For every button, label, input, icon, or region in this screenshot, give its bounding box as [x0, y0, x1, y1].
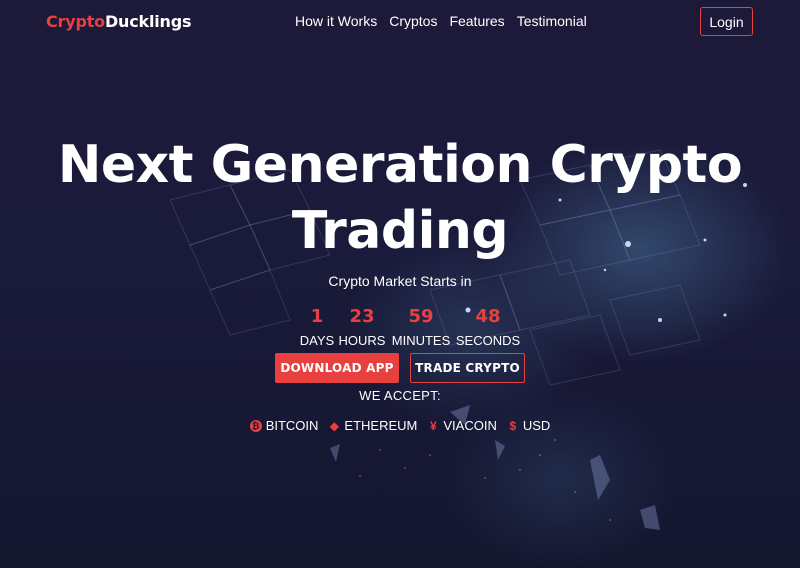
countdown-seconds-value: 48	[475, 306, 501, 327]
hero-headline: Next Generation Crypto Trading	[0, 132, 800, 264]
dollar-icon: $	[509, 418, 517, 433]
headline-line-2: Trading	[291, 201, 509, 261]
download-app-button[interactable]: DOWNLOAD APP	[275, 353, 399, 383]
hero-actions: DOWNLOAD APP TRADE CRYPTO	[0, 353, 800, 383]
countdown-hours-label: HOURS	[338, 333, 386, 348]
hero-subtitle: Crypto Market Starts in	[328, 273, 472, 289]
countdown-days-label: DAYS	[299, 333, 335, 348]
countdown-minutes-value: 59	[408, 306, 434, 327]
coin-usd-label: USD	[522, 418, 551, 433]
logo-rest-text: Ducklings	[104, 12, 192, 31]
headline-line-1: Next Generation Crypto	[57, 135, 743, 195]
countdown-hours-value: 23	[349, 306, 375, 327]
we-accept-label: WE ACCEPT:	[359, 388, 441, 403]
nav-link-how-it-works[interactable]: How it Works	[295, 13, 377, 29]
countdown-minutes-label: MINUTES	[391, 333, 451, 348]
logo-accent-text: Crypto	[46, 12, 105, 31]
accepted-coins-list: ₿ BITCOIN ◆ ETHEREUM ¥ VIACOIN $ USD	[0, 418, 800, 433]
coin-bitcoin: ₿ BITCOIN	[249, 418, 319, 433]
coin-bitcoin-label: BITCOIN	[265, 418, 319, 433]
navbar: CryptoDucklings How it Works Cryptos Fea…	[0, 0, 800, 44]
countdown-hours: 23 HOURS	[338, 305, 386, 348]
login-button[interactable]: Login	[700, 7, 753, 36]
countdown-timer: 1 DAYS 23 HOURS 59 MINUTES 48 SECONDS	[0, 305, 800, 348]
nav-links: How it Works Cryptos Features Testimonia…	[295, 13, 587, 29]
countdown-seconds: 48 SECONDS	[455, 305, 521, 348]
countdown-days: 1 DAYS	[299, 305, 335, 348]
trade-crypto-button[interactable]: TRADE CRYPTO	[410, 353, 525, 383]
bitcoin-icon: ₿	[249, 419, 262, 432]
countdown-minutes: 59 MINUTES	[391, 305, 451, 348]
nav-link-features[interactable]: Features	[449, 13, 504, 29]
coin-usd: $ USD	[507, 418, 551, 433]
brand-logo[interactable]: CryptoDucklings	[46, 12, 192, 31]
countdown-seconds-label: SECONDS	[455, 333, 521, 348]
viacoin-icon: ¥	[430, 418, 437, 433]
coin-viacoin-label: VIACOIN	[443, 418, 497, 433]
nav-link-cryptos[interactable]: Cryptos	[389, 13, 437, 29]
ethereum-icon: ◆	[329, 418, 340, 433]
countdown-days-value: 1	[310, 306, 324, 327]
coin-ethereum-label: ETHEREUM	[344, 418, 418, 433]
coin-viacoin: ¥ VIACOIN	[427, 418, 497, 433]
nav-link-testimonial[interactable]: Testimonial	[517, 13, 587, 29]
coin-ethereum: ◆ ETHEREUM	[328, 418, 418, 433]
